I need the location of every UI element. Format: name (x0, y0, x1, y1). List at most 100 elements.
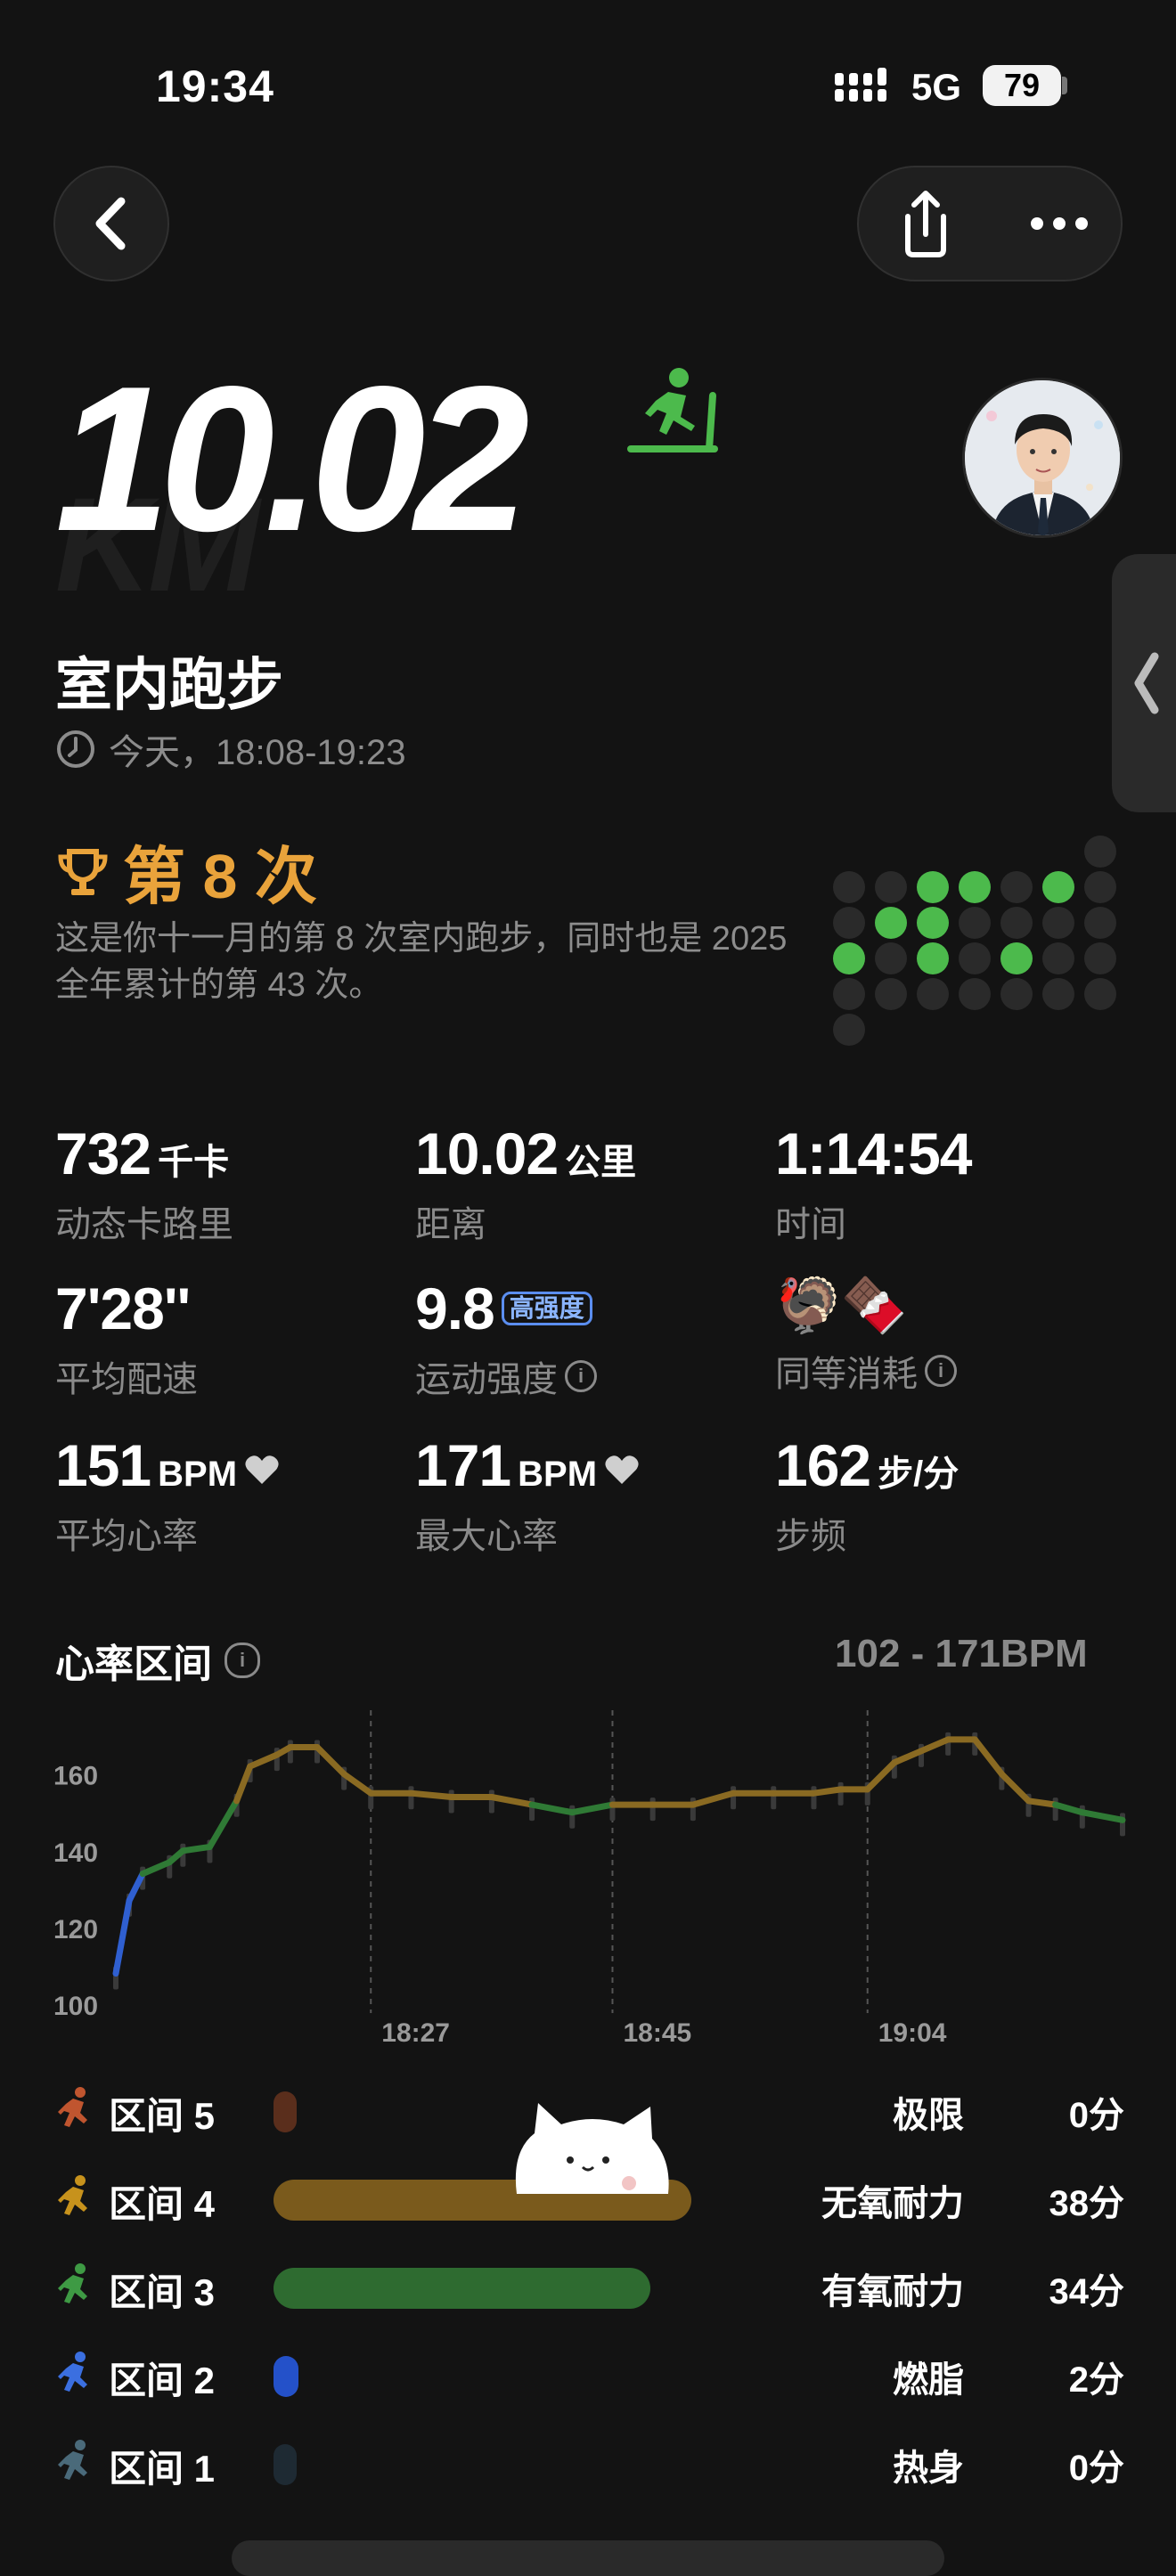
hr-sample (945, 1732, 951, 1756)
info-icon[interactable]: i (225, 1643, 260, 1678)
chevron-left-icon (95, 197, 126, 250)
hr-sample (1120, 1813, 1125, 1837)
activity-dot (875, 942, 907, 974)
hr-sample (529, 1797, 535, 1822)
stat-label: 运动强度 (415, 1360, 558, 1399)
x-tick-label: 18:27 (381, 2018, 450, 2048)
zone-label: 有氧耐力 (821, 2272, 964, 2311)
activity-dot (833, 871, 865, 903)
food-equivalent-icons: 🦃🍫 (775, 1276, 907, 1335)
home-indicator (232, 2540, 944, 2576)
back-button[interactable] (53, 166, 169, 281)
runner-icon (58, 2175, 87, 2215)
stat-duration: 1:14:54 时间 (775, 1124, 972, 1247)
activity-dot (1084, 942, 1116, 974)
intensity-badge: 高强度 (501, 1292, 592, 1325)
stat-intensity[interactable]: 9.8 高强度 运动强度 i (415, 1279, 597, 1402)
hr-sample (569, 1805, 576, 1829)
activity-dot (1000, 871, 1033, 903)
zone-minutes: 2分 (1068, 2360, 1124, 2400)
hr-sample (837, 1781, 844, 1806)
workout-title: 室内跑步 (55, 653, 283, 717)
stat-value: 171 (415, 1432, 511, 1498)
stat-max-hr: 171 BPM 最大心率 (415, 1436, 640, 1559)
activity-dot (1000, 978, 1033, 1010)
trophy-icon (58, 848, 108, 895)
zone-name: 区间 3 (109, 2271, 216, 2313)
share-button[interactable] (877, 167, 975, 280)
activity-dot-grid (833, 836, 1127, 1067)
signal-icon (835, 68, 890, 103)
battery-indicator: 79 (983, 65, 1061, 106)
distance-value: 10.02 (55, 344, 530, 575)
stat-unit: 公里 (565, 1143, 637, 1182)
zone-minutes: 0分 (1068, 2096, 1124, 2135)
y-tick-label: 160 (53, 1762, 98, 1791)
hr-line-segment (488, 1794, 535, 1808)
stat-unit: 步/分 (878, 1455, 960, 1494)
y-tick-label: 120 (53, 1915, 98, 1944)
zone-minutes: 34分 (1049, 2272, 1125, 2311)
runner-icon (58, 2440, 87, 2480)
avatar[interactable] (962, 378, 1123, 538)
stat-label: 平均心率 (55, 1517, 198, 1556)
zone-name: 区间 5 (109, 2095, 216, 2137)
zone-bar (274, 2356, 298, 2397)
battery-tip (1062, 77, 1067, 94)
hr-line-segment (179, 1843, 213, 1855)
activity-dot (875, 907, 907, 939)
rank-text: 第 8 次 (123, 842, 317, 911)
zone-name: 区间 1 (109, 2448, 216, 2490)
stat-unit: BPM (518, 1455, 598, 1494)
y-tick-label: 100 (53, 1992, 98, 2021)
hr-line-segment (139, 1859, 173, 1878)
hr-sample (731, 1786, 737, 1810)
stat-label: 距离 (415, 1205, 486, 1244)
hr-line-segment (233, 1763, 254, 1805)
activity-dot (833, 978, 865, 1010)
hr-line-segment (1025, 1797, 1059, 1808)
action-pill (857, 166, 1123, 281)
heart-icon (245, 1455, 279, 1484)
hr-line-segment (1079, 1809, 1126, 1823)
zone-minutes: 0分 (1068, 2449, 1124, 2488)
stat-value: 7'28'' (55, 1276, 191, 1341)
activity-dot (1084, 978, 1116, 1010)
hr-sample (609, 1797, 616, 1822)
activity-dot (1042, 978, 1074, 1010)
treadmill-runner-icon (627, 368, 718, 452)
hr-line-segment (1052, 1801, 1086, 1816)
zone-bar (274, 2268, 651, 2309)
activity-dot (959, 978, 991, 1010)
runner-icon (58, 2263, 87, 2303)
hr-line-segment (340, 1771, 374, 1797)
activity-dot (875, 871, 907, 903)
hr-line-segment (568, 1801, 616, 1816)
clock-icon (57, 730, 94, 768)
activity-dot (1000, 942, 1033, 974)
stat-label: 平均配速 (55, 1360, 198, 1399)
hr-line-segment (891, 1748, 925, 1766)
info-icon[interactable]: i (565, 1360, 597, 1392)
stat-label: 时间 (775, 1205, 846, 1244)
hr-sample (448, 1789, 454, 1814)
side-drawer-handle[interactable] (1112, 554, 1176, 812)
activity-dot (875, 978, 907, 1010)
stat-label: 最大心率 (415, 1517, 558, 1556)
stat-unit: 千卡 (158, 1143, 230, 1182)
activity-dot (959, 907, 991, 939)
more-button[interactable] (1010, 167, 1108, 280)
activity-dot (917, 871, 949, 903)
hr-title-text: 心率区间 (55, 1643, 212, 1686)
heart-icon (605, 1455, 639, 1484)
stat-calories: 732 千卡 动态卡路里 (55, 1124, 233, 1247)
hr-sample (1052, 1797, 1058, 1822)
info-icon[interactable]: i (925, 1355, 957, 1387)
zone-bar (274, 2091, 297, 2132)
stat-pace: 7'28'' 平均配速 (55, 1279, 198, 1402)
stat-equivalent[interactable]: 🦃🍫 同等消耗 i (775, 1279, 957, 1397)
cat-sticker (515, 2103, 669, 2194)
hr-line-segment (971, 1736, 1005, 1778)
stat-distance: 10.02 公里 距离 (415, 1124, 636, 1247)
stat-value: 10.02 (415, 1121, 559, 1186)
